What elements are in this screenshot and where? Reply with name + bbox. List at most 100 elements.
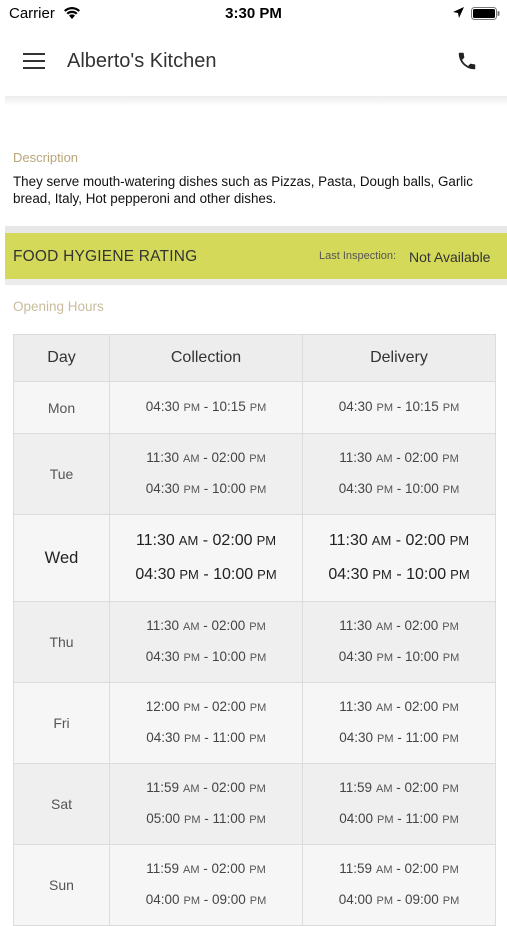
end-time: 02:00 — [211, 450, 246, 465]
time-slot: 04:30 PM - 10:15 PM — [303, 392, 495, 423]
table-row: Tue 11:30 AM - 02:00 PM 04:30 PM - 10:00 PM 11:… — [13, 433, 496, 515]
end-time: 02:00 — [211, 780, 246, 795]
time-slot: 11:30 AM - 02:00 PM — [303, 611, 495, 642]
time-separator: - — [200, 811, 213, 826]
start-time: 04:30 — [338, 649, 373, 664]
start-time: 11:30 — [135, 532, 175, 549]
day-cell: Fri — [13, 682, 110, 764]
collection-cell: 11:30 AM - 02:00 PM 04:30 PM - 10:00 PM — [109, 433, 303, 515]
end-time: 02:00 — [211, 861, 246, 876]
delivery-cell: 11:30 AM - 02:00 PM 04:30 PM - 10:00 PM — [302, 514, 496, 602]
start-ampm: PM — [184, 814, 201, 826]
start-time: 04:30 — [338, 481, 373, 496]
start-time: 11:59 — [339, 861, 372, 876]
time-slot: 04:30 PM - 11:00 PM — [110, 723, 302, 754]
start-ampm: AM — [371, 533, 392, 548]
start-ampm: AM — [182, 453, 200, 465]
time-separator: - — [393, 730, 406, 745]
last-inspection-label: Last Inspection: — [319, 250, 397, 262]
time-separator: - — [198, 532, 213, 549]
start-time: 11:30 — [146, 450, 179, 465]
end-ampm: PM — [249, 484, 267, 496]
end-time: 11:00 — [212, 730, 246, 745]
start-time: 04:00 — [339, 811, 373, 826]
time-separator: - — [200, 649, 212, 664]
phone-icon[interactable] — [456, 50, 478, 77]
table-row: Sat 11:59 AM - 02:00 PM 05:00 PM - 11:00 PM 11:… — [13, 763, 496, 845]
start-ampm: AM — [178, 533, 199, 548]
delivery-cell: 11:30 AM - 02:00 PM 04:30 PM - 11:00 PM — [302, 682, 496, 764]
hygiene-divider-top — [5, 226, 507, 233]
time-slot: 11:30 AM - 02:00 PM — [303, 524, 495, 558]
time-slot: 05:00 PM - 11:00 PM — [110, 804, 302, 835]
day-cell: Sat — [13, 763, 110, 845]
end-time: 02:00 — [404, 861, 439, 876]
time-separator: - — [199, 618, 212, 633]
time-separator: - — [393, 399, 405, 414]
start-ampm: AM — [375, 621, 393, 633]
opening-hours-label: Opening Hours — [13, 299, 104, 314]
start-ampm: PM — [377, 814, 394, 826]
start-time: 11:59 — [339, 780, 372, 795]
time-slot: 04:30 PM - 11:00 PM — [303, 723, 495, 754]
start-time: 11:59 — [146, 780, 179, 795]
time-slot: 11:59 AM - 02:00 PM — [303, 854, 495, 885]
day-cell: Mon — [13, 381, 110, 434]
start-time: 05:00 — [146, 811, 180, 826]
collection-cell: 04:30 PM - 10:15 PM — [109, 381, 303, 434]
time-separator: - — [392, 450, 405, 465]
end-ampm: PM — [249, 864, 266, 876]
start-time: 04:30 — [145, 649, 180, 664]
start-ampm: PM — [376, 895, 394, 907]
end-time: 02:00 — [404, 780, 439, 795]
table-row: Thu 11:30 AM - 02:00 PM 04:30 PM - 10:00 PM 11:… — [13, 601, 496, 683]
time-separator: - — [198, 566, 214, 583]
time-separator: - — [392, 861, 405, 876]
day-cell: Thu — [13, 601, 110, 683]
end-time: 10:00 — [212, 481, 246, 496]
time-slot: 11:30 AM - 02:00 PM — [303, 443, 495, 474]
start-ampm: PM — [377, 733, 394, 745]
time-slot: 11:59 AM - 02:00 PM — [303, 773, 495, 804]
end-ampm: PM — [442, 895, 460, 907]
time-slot: 12:00 PM - 02:00 PM — [110, 692, 302, 723]
collection-cell: 11:30 AM - 02:00 PM 04:30 PM - 10:00 PM — [109, 514, 303, 602]
start-time: 04:30 — [338, 399, 373, 414]
end-ampm: PM — [449, 533, 470, 548]
time-separator: - — [393, 811, 406, 826]
table-row: Sun 11:59 AM - 02:00 PM 04:00 PM - 09:00 PM 11:… — [13, 844, 496, 926]
hamburger-menu-icon[interactable] — [23, 53, 45, 75]
start-ampm: PM — [376, 652, 394, 664]
end-time: 10:00 — [212, 649, 246, 664]
time-slot: 04:30 PM - 10:15 PM — [110, 392, 302, 423]
time-separator: - — [391, 566, 407, 583]
start-time: 11:59 — [146, 861, 179, 876]
time-separator: - — [392, 780, 405, 795]
start-ampm: AM — [375, 702, 393, 714]
time-slot: 04:30 PM - 10:00 PM — [303, 642, 495, 673]
time-separator: - — [393, 481, 405, 496]
time-slot: 04:30 PM - 10:00 PM — [303, 474, 495, 505]
end-time: 10:00 — [406, 566, 447, 583]
end-ampm: PM — [249, 733, 266, 745]
time-slot: 04:30 PM - 10:00 PM — [110, 642, 302, 673]
delivery-cell: 04:30 PM - 10:15 PM — [302, 381, 496, 434]
start-time: 11:30 — [339, 699, 372, 714]
nav-bar: Alberto's Kitchen — [0, 28, 507, 96]
hygiene-title: FOOD HYGIENE RATING — [13, 248, 198, 265]
time-slot: 04:00 PM - 11:00 PM — [303, 804, 495, 835]
food-hygiene-rating-bar: FOOD HYGIENE RATING Last Inspection: Not… — [5, 233, 507, 279]
start-ampm: PM — [183, 652, 201, 664]
end-ampm: PM — [442, 484, 460, 496]
end-ampm: PM — [442, 402, 460, 414]
end-ampm: PM — [249, 814, 266, 826]
header-collection: Collection — [109, 334, 303, 382]
header-day: Day — [13, 334, 110, 382]
start-ampm: PM — [376, 402, 394, 414]
end-ampm: PM — [450, 567, 470, 582]
end-ampm: PM — [249, 783, 266, 795]
end-time: 02:00 — [211, 618, 246, 633]
start-ampm: PM — [184, 733, 201, 745]
end-time: 11:00 — [212, 811, 246, 826]
location-arrow-icon — [452, 6, 465, 23]
